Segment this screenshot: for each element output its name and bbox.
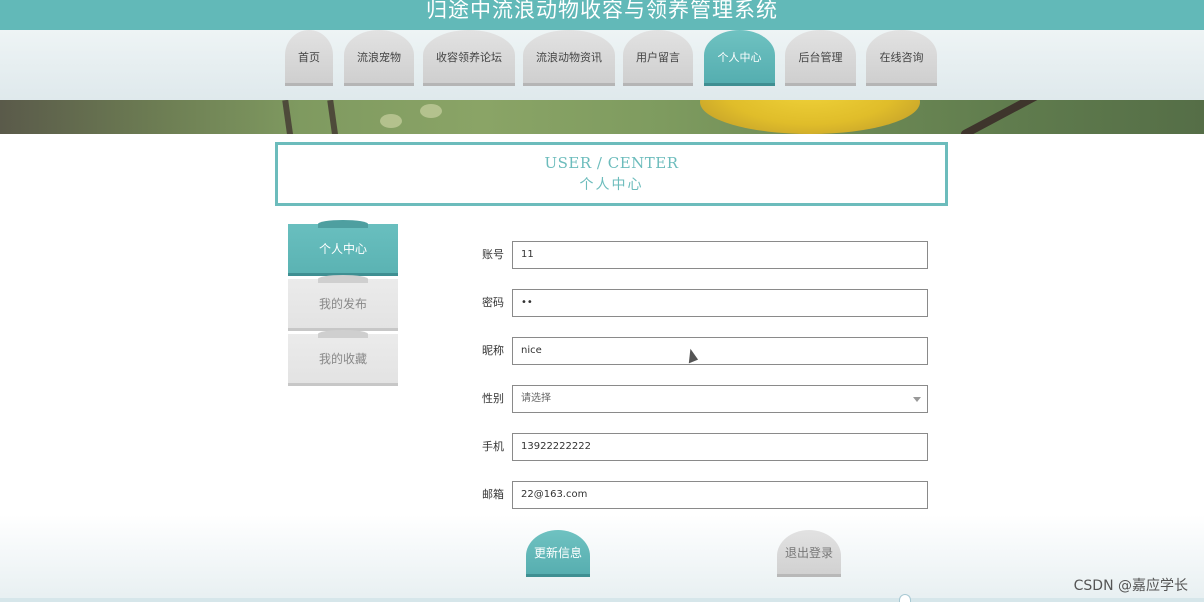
phone-field[interactable]: 13922222222: [512, 433, 928, 461]
chevron-down-icon: [913, 397, 921, 402]
bottom-divider: [0, 598, 1204, 602]
password-row: 密码 ••: [470, 289, 930, 317]
nav-item-adoption-forum[interactable]: 收容领养论坛: [423, 30, 515, 86]
update-info-button[interactable]: 更新信息: [526, 530, 590, 577]
password-label: 密码: [482, 296, 504, 309]
gender-row: 性别 请选择: [470, 385, 930, 413]
gender-label: 性别: [482, 392, 504, 405]
scroll-handle-icon[interactable]: [899, 594, 911, 602]
email-field[interactable]: 22@163.com: [512, 481, 928, 509]
sidebar-item-my-favorites[interactable]: 我的收藏: [288, 330, 398, 386]
nav-item-stray-news[interactable]: 流浪动物资讯: [523, 30, 615, 86]
nav-band: 首页 流浪宠物 收容领养论坛 流浪动物资讯 用户留言 个人中心 后台管理 在线咨…: [0, 30, 1204, 100]
sidebar-item-my-posts[interactable]: 我的发布: [288, 275, 398, 331]
app-title: 归途中流浪动物收容与领养管理系统: [426, 0, 778, 22]
phone-label: 手机: [482, 440, 504, 453]
nickname-field[interactable]: nice: [512, 337, 928, 365]
nickname-row: 昵称 nice: [470, 337, 930, 365]
password-field[interactable]: ••: [512, 289, 928, 317]
nav-item-online-consult[interactable]: 在线咨询: [866, 30, 937, 86]
account-field[interactable]: 11: [512, 241, 928, 269]
email-label: 邮箱: [482, 488, 504, 501]
email-row: 邮箱 22@163.com: [470, 481, 930, 509]
account-row: 账号 11: [470, 241, 930, 269]
gender-select-value: 请选择: [521, 393, 551, 404]
nav-item-admin[interactable]: 后台管理: [785, 30, 856, 86]
page-header: USER / CENTER 个人中心: [275, 142, 948, 206]
nav-item-user-messages[interactable]: 用户留言: [623, 30, 693, 86]
logout-button[interactable]: 退出登录: [777, 530, 841, 577]
sidebar-item-personal-center[interactable]: 个人中心: [288, 220, 398, 276]
gender-select[interactable]: 请选择: [512, 385, 928, 413]
phone-row: 手机 13922222222: [470, 433, 930, 461]
page-header-zh: 个人中心: [579, 177, 644, 193]
watermark: CSDN @嘉应学长: [1073, 578, 1188, 594]
nickname-label: 昵称: [482, 344, 504, 357]
banner-bird: [700, 100, 920, 134]
banner-image: [0, 100, 1204, 134]
banner-stem: [327, 100, 339, 134]
banner-stem: [282, 100, 294, 134]
banner-branch: [959, 100, 1061, 134]
top-title-bar: 归途中流浪动物收容与领养管理系统: [0, 0, 1204, 30]
nav-item-home[interactable]: 首页: [285, 30, 333, 86]
banner-leaf: [420, 104, 442, 118]
banner-leaf: [380, 114, 402, 128]
account-label: 账号: [482, 248, 504, 261]
nav-item-personal-center[interactable]: 个人中心: [704, 30, 775, 86]
bottom-area: [0, 515, 1204, 602]
nav-item-stray-pets[interactable]: 流浪宠物: [344, 30, 414, 86]
page-header-en: USER / CENTER: [544, 154, 679, 172]
